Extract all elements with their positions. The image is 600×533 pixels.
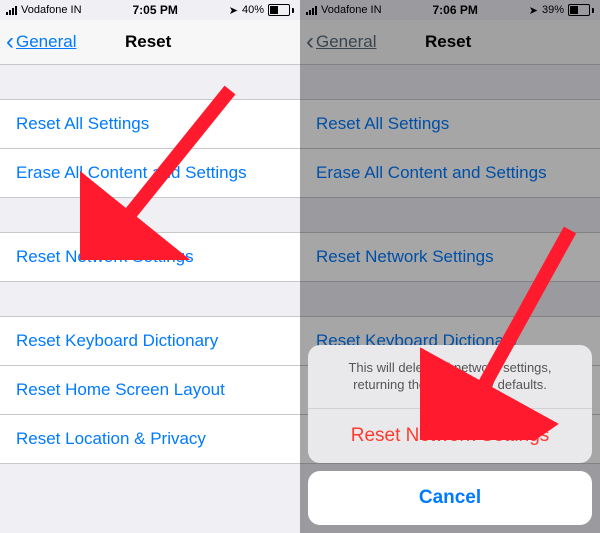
nav-bar: ‹ General Reset <box>0 20 300 65</box>
sheet-cancel[interactable]: Cancel <box>308 471 592 525</box>
group-3: Reset Keyboard Dictionary Reset Home Scr… <box>0 316 300 464</box>
back-button[interactable]: ‹ General <box>0 30 76 54</box>
sheet-reset-network[interactable]: Reset Network Settings <box>308 408 592 463</box>
reset-location-privacy[interactable]: Reset Location & Privacy <box>0 415 300 463</box>
reset-keyboard-dictionary[interactable]: Reset Keyboard Dictionary <box>0 317 300 366</box>
screen-left: Vodafone IN 7:05 PM ➤ 40% ‹ General Rese… <box>0 0 300 533</box>
group-2: Reset Network Settings <box>0 232 300 282</box>
sheet-message: This will delete all network settings, r… <box>308 345 592 408</box>
screen-right: Vodafone IN 7:06 PM ➤ 39% ‹ General Rese… <box>300 0 600 533</box>
back-label: General <box>16 32 76 52</box>
chevron-left-icon: ‹ <box>6 30 14 54</box>
reset-network-settings[interactable]: Reset Network Settings <box>0 233 300 281</box>
status-bar: Vodafone IN 7:05 PM ➤ 40% <box>0 0 300 20</box>
battery-icon <box>268 4 294 16</box>
reset-home-screen[interactable]: Reset Home Screen Layout <box>0 366 300 415</box>
reset-all-settings[interactable]: Reset All Settings <box>0 100 300 149</box>
action-sheet: This will delete all network settings, r… <box>308 345 592 525</box>
location-icon: ➤ <box>229 4 238 17</box>
clock: 7:05 PM <box>132 3 177 17</box>
group-1: Reset All Settings Erase All Content and… <box>0 99 300 198</box>
settings-list: Reset All Settings Erase All Content and… <box>0 99 300 464</box>
erase-all-content[interactable]: Erase All Content and Settings <box>0 149 300 197</box>
signal-icon <box>6 6 17 15</box>
carrier-label: Vodafone IN <box>21 4 82 16</box>
battery-pct: 40% <box>242 4 264 16</box>
